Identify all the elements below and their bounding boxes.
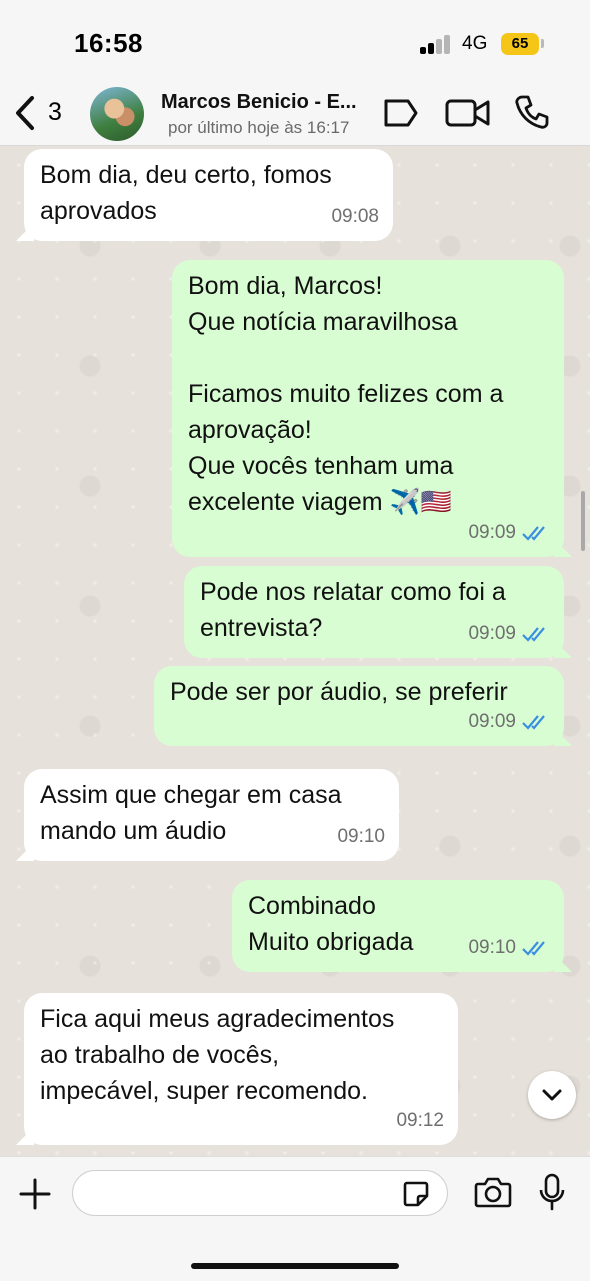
video-call-icon[interactable] [445,97,491,129]
message-text: Fica aqui meus agradecimentos ao trabalh… [40,1005,395,1105]
plus-icon[interactable] [18,1177,52,1211]
input-bar [0,1156,590,1281]
status-bar: 16:58 4G 65 [0,0,590,85]
back-unread-count[interactable]: 3 [48,98,62,127]
battery-tip [541,39,544,48]
phone-icon[interactable] [514,94,550,130]
message-time: 09:08 [331,206,379,227]
read-receipt-icon [522,715,545,730]
message-outgoing[interactable]: Pode nos relatar como foi a entrevista? … [184,566,564,658]
message-text: Bom dia, Marcos! Que notícia maravilhosa… [188,272,504,516]
read-receipt-icon [522,627,545,642]
read-receipt-icon [522,941,545,956]
scrollbar[interactable] [581,491,585,551]
message-time: 09:09 [468,711,516,732]
message-incoming[interactable]: Assim que chegar em casa mando um áudio … [24,769,399,861]
chevron-left-icon[interactable] [12,93,40,133]
last-seen-status: por último hoje às 16:17 [168,118,350,137]
avatar[interactable] [90,87,144,141]
mic-icon[interactable] [539,1173,565,1211]
scroll-to-bottom-button[interactable] [528,1071,576,1119]
message-time: 09:09 [468,522,516,543]
message-incoming[interactable]: Fica aqui meus agradecimentos ao trabalh… [24,993,458,1145]
message-time: 09:09 [468,623,516,644]
message-input[interactable] [72,1170,448,1216]
message-time: 09:10 [337,826,385,847]
chat-area[interactable]: Bom dia, deu certo, fomos aprovados 09:0… [0,146,590,1156]
message-text: Bom dia, deu certo, fomos aprovados [40,161,332,225]
message-outgoing[interactable]: Bom dia, Marcos! Que notícia maravilhosa… [172,260,564,557]
message-time: 09:12 [396,1110,444,1131]
sticker-icon[interactable] [402,1180,430,1208]
message-outgoing[interactable]: Pode ser por áudio, se preferir 09:09 [154,666,564,746]
message-incoming[interactable]: Bom dia, deu certo, fomos aprovados 09:0… [24,149,393,241]
clock: 16:58 [74,28,143,58]
read-receipt-icon [522,526,545,541]
network-type: 4G [462,33,488,54]
home-indicator [191,1263,399,1269]
message-text: Assim que chegar em casa mando um áudio [40,781,342,845]
camera-icon[interactable] [474,1176,512,1208]
message-time: 09:10 [468,937,516,958]
chat-header: 3 Marcos Benicio - E... por último hoje … [0,85,590,146]
battery-icon: 65 [501,33,539,55]
signal-icon [420,34,456,54]
tag-icon[interactable] [382,97,420,129]
contact-name[interactable]: Marcos Benicio - E... [161,91,357,114]
message-outgoing[interactable]: Combinado Muito obrigada 09:10 [232,880,564,972]
chevron-down-icon [542,1089,562,1101]
